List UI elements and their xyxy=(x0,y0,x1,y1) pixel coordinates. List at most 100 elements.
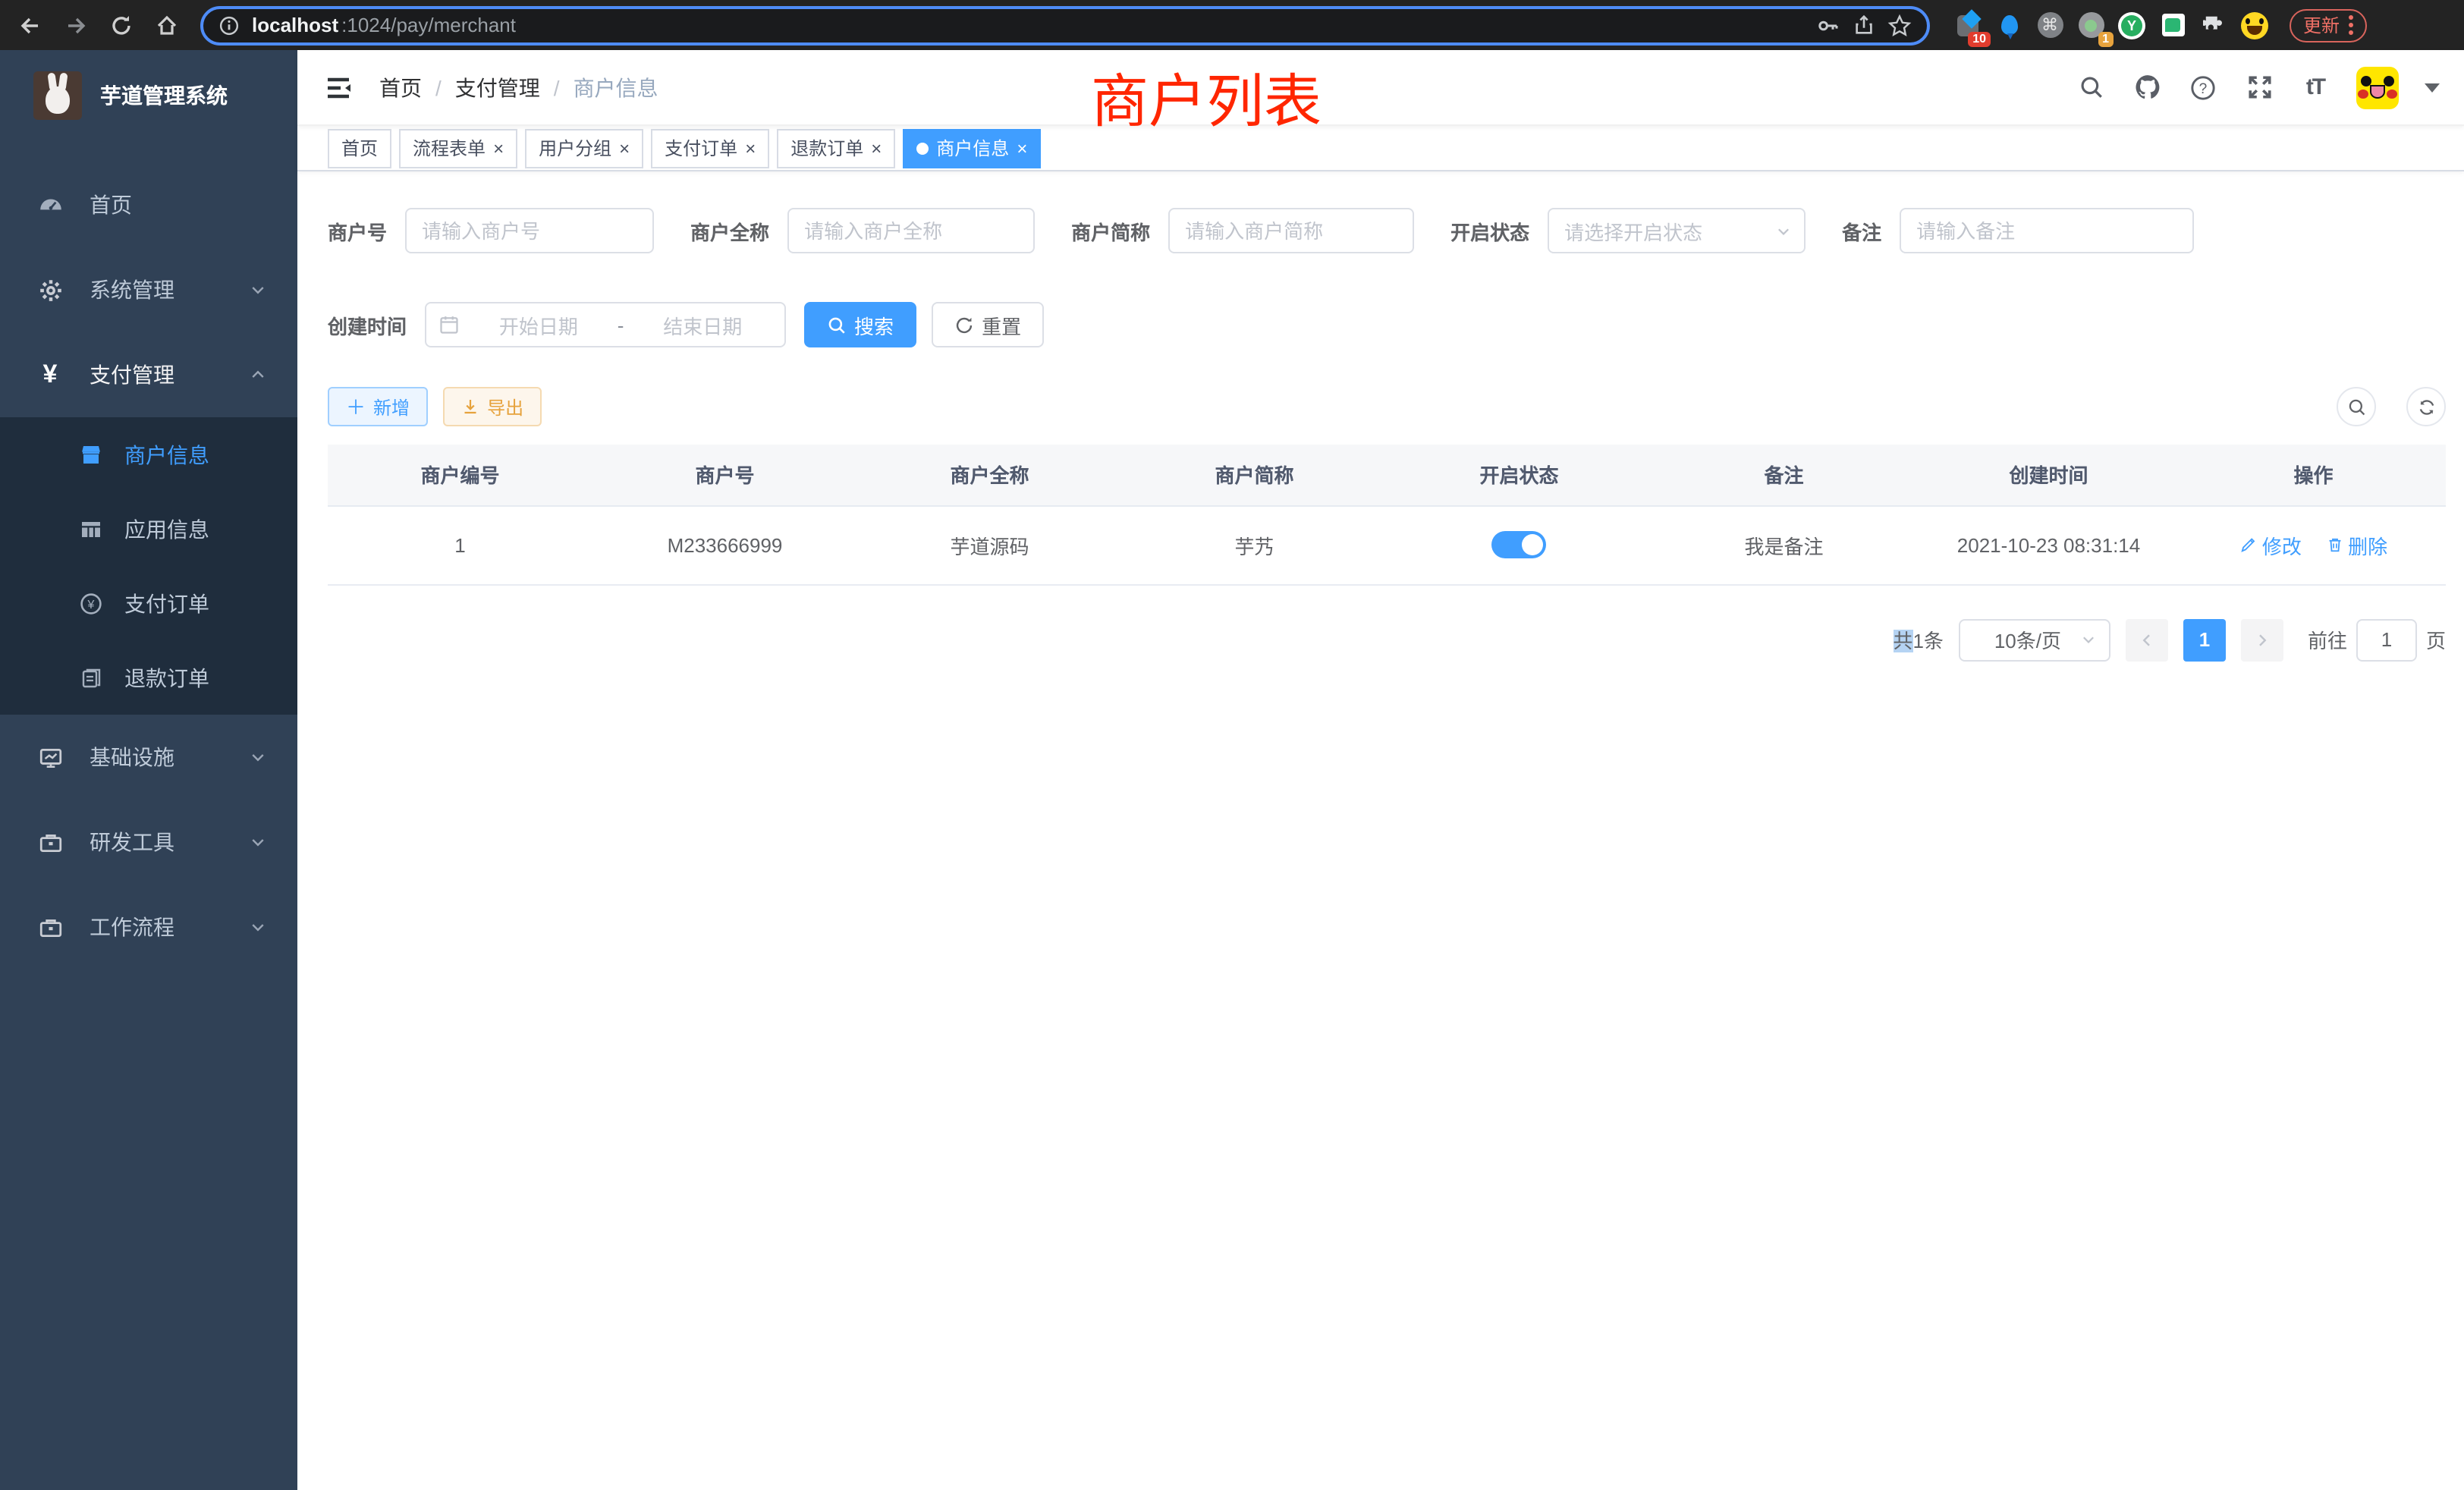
browser-back-button[interactable] xyxy=(12,7,49,43)
sidebar-item-infra[interactable]: 基础设施 xyxy=(0,715,297,800)
select-placeholder: 请选择开启状态 xyxy=(1564,216,1775,245)
browser-forward-button[interactable] xyxy=(58,7,94,43)
close-icon[interactable]: × xyxy=(493,139,504,157)
browser-menu-icon[interactable] xyxy=(2349,15,2353,35)
extension-command-icon[interactable]: ⌘ xyxy=(2036,11,2063,39)
navbar-actions: ? tT xyxy=(2076,66,2440,108)
prev-page-button[interactable] xyxy=(2126,618,2168,661)
extension-recorder-icon[interactable]: 1 xyxy=(2077,11,2104,39)
add-button[interactable]: ＋ 新增 xyxy=(328,387,428,426)
date-range-picker[interactable]: 开始日期 - 结束日期 xyxy=(425,302,786,347)
sidebar-item-workflow[interactable]: 工作流程 xyxy=(0,885,297,970)
shop-icon xyxy=(76,442,106,467)
remark-input[interactable] xyxy=(1900,208,2194,253)
filter-full-name: 商户全称 xyxy=(690,208,1035,253)
close-icon[interactable]: × xyxy=(871,139,882,157)
close-icon[interactable]: × xyxy=(1017,139,1027,157)
extension-balloon-icon[interactable] xyxy=(1995,11,2022,39)
close-icon[interactable]: × xyxy=(619,139,630,157)
app-logo-row[interactable]: 芋道管理系统 xyxy=(0,50,297,141)
next-page-button[interactable] xyxy=(2241,618,2283,661)
date-separator: - xyxy=(618,313,624,336)
goto-label: 前往 xyxy=(2308,625,2347,654)
page-content: 商户号 商户全称 商户简称 开启状态 请选择开启状态 xyxy=(297,171,2464,661)
tab-process-form[interactable]: 流程表单 × xyxy=(399,128,517,168)
browser-reload-button[interactable] xyxy=(103,7,140,43)
help-icon[interactable]: ? xyxy=(2188,72,2218,102)
date-start-placeholder[interactable]: 开始日期 xyxy=(469,310,608,339)
status-select[interactable]: 请选择开启状态 xyxy=(1548,208,1806,253)
chevron-down-icon xyxy=(249,918,267,936)
search-button[interactable]: 搜索 xyxy=(804,302,916,347)
status-toggle[interactable] xyxy=(1492,531,1547,558)
cell-merchant-id: 1 xyxy=(328,505,592,584)
sidebar-item-label: 系统管理 xyxy=(90,275,174,305)
sidebar-item-system[interactable]: 系统管理 xyxy=(0,247,297,332)
export-button[interactable]: 导出 xyxy=(443,387,542,426)
arrow-left-icon xyxy=(18,13,42,37)
tab-label: 首页 xyxy=(341,135,378,161)
github-icon[interactable] xyxy=(2132,72,2162,102)
pagination: 共1条 10条/页 1 前往 页 xyxy=(328,618,2446,661)
tab-pay-order[interactable]: 支付订单 × xyxy=(651,128,769,168)
short-name-input[interactable] xyxy=(1168,208,1414,253)
tab-refund-order[interactable]: 退款订单 × xyxy=(777,128,895,168)
edit-link[interactable]: 修改 xyxy=(2239,530,2302,559)
sidebar-collapse-icon[interactable] xyxy=(322,71,355,104)
goto-page-input[interactable] xyxy=(2356,618,2417,661)
field-label: 创建时间 xyxy=(328,310,407,339)
svg-text:?: ? xyxy=(2199,80,2208,96)
edit-link-label: 修改 xyxy=(2262,530,2302,559)
address-bar[interactable]: localhost:1024/pay/merchant xyxy=(200,5,1930,45)
current-page-button[interactable]: 1 xyxy=(2183,618,2226,661)
sidebar-item-payment[interactable]: ¥ 支付管理 xyxy=(0,332,297,417)
update-label: 更新 xyxy=(2303,12,2340,38)
date-end-placeholder[interactable]: 结束日期 xyxy=(633,310,772,339)
sidebar-item-app-info[interactable]: 应用信息 xyxy=(0,492,297,566)
refresh-table-button[interactable] xyxy=(2406,387,2446,426)
svg-text:¥: ¥ xyxy=(87,598,95,611)
delete-link[interactable]: 删除 xyxy=(2325,530,2387,559)
toggle-search-button[interactable] xyxy=(2337,387,2376,426)
tab-user-group[interactable]: 用户分组 × xyxy=(525,128,643,168)
extension-emoji-icon[interactable] xyxy=(2241,11,2268,39)
page-size-select[interactable]: 10条/页 xyxy=(1959,618,2110,661)
home-icon xyxy=(155,13,179,37)
breadcrumb-group[interactable]: 支付管理 xyxy=(455,72,540,102)
sidebar-item-refund-order[interactable]: 退款订单 xyxy=(0,640,297,715)
share-icon[interactable] xyxy=(1853,14,1875,36)
chevron-up-icon xyxy=(249,366,267,384)
dashboard-icon xyxy=(32,192,68,218)
extension-chat-icon[interactable] xyxy=(2159,11,2186,39)
browser-home-button[interactable] xyxy=(149,7,185,43)
sidebar-item-merchant-info[interactable]: 商户信息 xyxy=(0,417,297,492)
user-avatar[interactable] xyxy=(2356,66,2399,108)
fullscreen-icon[interactable] xyxy=(2244,72,2274,102)
browser-update-button[interactable]: 更新 xyxy=(2290,8,2367,42)
trash-icon xyxy=(2325,536,2343,554)
bookmark-star-icon[interactable] xyxy=(1887,13,1912,37)
tab-label: 商户信息 xyxy=(936,135,1009,161)
field-label: 开启状态 xyxy=(1450,216,1529,245)
page-info-icon[interactable] xyxy=(218,14,240,36)
merchant-no-input[interactable] xyxy=(405,208,654,253)
extension-pin-icon[interactable]: 10 xyxy=(1954,11,1982,39)
table-row: 1 M233666999 芋道源码 芋艿 我是备注 2021-10-23 08:… xyxy=(328,505,2446,584)
sidebar-item-dev-tools[interactable]: 研发工具 xyxy=(0,800,297,885)
user-menu-caret-icon[interactable] xyxy=(2425,83,2440,92)
font-size-icon[interactable]: tT xyxy=(2300,72,2330,102)
filter-row-1: 商户号 商户全称 商户简称 开启状态 请选择开启状态 xyxy=(328,208,2446,253)
password-key-icon[interactable] xyxy=(1816,13,1840,37)
tab-label: 用户分组 xyxy=(539,135,611,161)
tab-merchant-info[interactable]: 商户信息 × xyxy=(903,128,1041,168)
extension-puzzle-icon[interactable] xyxy=(2200,11,2227,39)
breadcrumb-home[interactable]: 首页 xyxy=(379,72,422,102)
reset-button[interactable]: 重置 xyxy=(932,302,1044,347)
sidebar-item-pay-order[interactable]: ¥ 支付订单 xyxy=(0,566,297,640)
extension-y-icon[interactable]: Y xyxy=(2118,11,2145,39)
header-search-icon[interactable] xyxy=(2076,72,2106,102)
tab-home[interactable]: 首页 xyxy=(328,128,391,168)
sidebar-item-home[interactable]: 首页 xyxy=(0,162,297,247)
close-icon[interactable]: × xyxy=(745,139,756,157)
full-name-input[interactable] xyxy=(787,208,1035,253)
